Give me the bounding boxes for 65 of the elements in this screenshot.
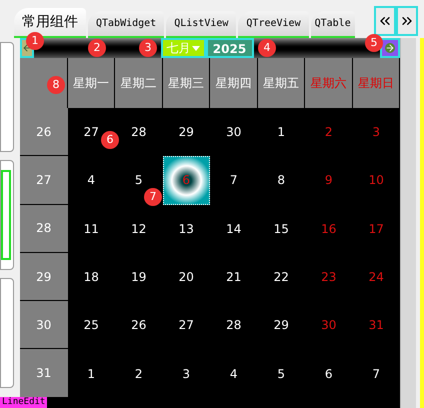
day-number[interactable]: 13: [178, 220, 194, 238]
day-number[interactable]: 18: [84, 268, 99, 286]
tab[interactable]: QTable: [310, 11, 355, 38]
week-number: 29: [20, 252, 68, 302]
day-number[interactable]: 1: [277, 123, 286, 142]
day-number[interactable]: 11: [84, 220, 99, 238]
day-number[interactable]: 17: [368, 220, 384, 238]
day-number[interactable]: 23: [321, 268, 336, 286]
weekday-header: 星期五: [258, 58, 305, 108]
day-number[interactable]: 28: [131, 123, 146, 142]
callout-badge: 5: [365, 34, 383, 52]
line-edit-label: LineEdit: [0, 397, 48, 408]
day-number[interactable]: 7: [372, 364, 380, 383]
day-number[interactable]: 30: [321, 316, 336, 334]
day-number[interactable]: 21: [226, 268, 242, 286]
weekday-header: 星期一: [68, 58, 115, 108]
day-number[interactable]: 25: [84, 316, 99, 334]
day-number[interactable]: 3: [372, 123, 380, 142]
day-number[interactable]: 6: [324, 364, 333, 383]
day-number[interactable]: 30: [226, 123, 242, 142]
day-number[interactable]: 3: [182, 364, 190, 383]
day-number[interactable]: 22: [274, 268, 289, 286]
caret-icon: [192, 46, 200, 50]
day-number[interactable]: 1: [87, 364, 96, 383]
day-number[interactable]: 7: [230, 171, 238, 190]
tab[interactable]: QTabWidget: [88, 11, 164, 38]
day-number[interactable]: 15: [274, 220, 289, 238]
day-number[interactable]: 4: [87, 171, 96, 190]
day-number[interactable]: 10: [368, 171, 384, 190]
day-number[interactable]: 20: [178, 268, 194, 286]
week-number: 26: [20, 108, 68, 156]
day-number[interactable]: 2: [324, 123, 333, 142]
week-number: 30: [20, 301, 68, 350]
day-number[interactable]: 19: [131, 268, 146, 286]
weekday-header: 星期四: [210, 58, 258, 108]
day-number[interactable]: 8: [277, 171, 286, 190]
weekday-header: 星期六: [305, 58, 352, 108]
day-number[interactable]: 26: [131, 316, 146, 334]
next-month-button[interactable]: [380, 38, 400, 58]
scroll-left-button[interactable]: [374, 6, 396, 36]
day-number[interactable]: 5: [277, 364, 286, 383]
day-number[interactable]: 27: [84, 123, 99, 142]
scroll-right-button[interactable]: [396, 6, 418, 36]
day-number[interactable]: 5: [134, 171, 143, 190]
day-number[interactable]: 29: [274, 316, 289, 334]
day-number[interactable]: 4: [230, 364, 238, 383]
weekday-header: 星期二: [115, 58, 162, 108]
arrow-left-icon: [22, 43, 32, 53]
day-number[interactable]: 24: [368, 268, 384, 286]
week-number: 31: [20, 349, 68, 398]
day-number[interactable]: 27: [178, 316, 194, 334]
weekday-header: 星期三: [162, 58, 210, 108]
day-number[interactable]: 14: [226, 220, 242, 238]
day-number[interactable]: 31: [368, 316, 384, 334]
day-number[interactable]: 29: [178, 123, 194, 142]
day-number[interactable]: 9: [324, 171, 333, 190]
week-number: 27: [20, 156, 68, 205]
tab[interactable]: QTreeView: [238, 11, 309, 38]
day-number[interactable]: 16: [321, 220, 336, 238]
day-number[interactable]: 12: [131, 220, 146, 238]
week-number: 28: [20, 204, 68, 253]
day-number[interactable]: 2: [134, 364, 143, 383]
day-number[interactable]: 28: [226, 316, 242, 334]
tab[interactable]: QListView: [166, 11, 236, 38]
arrow-right-icon: [385, 43, 395, 53]
